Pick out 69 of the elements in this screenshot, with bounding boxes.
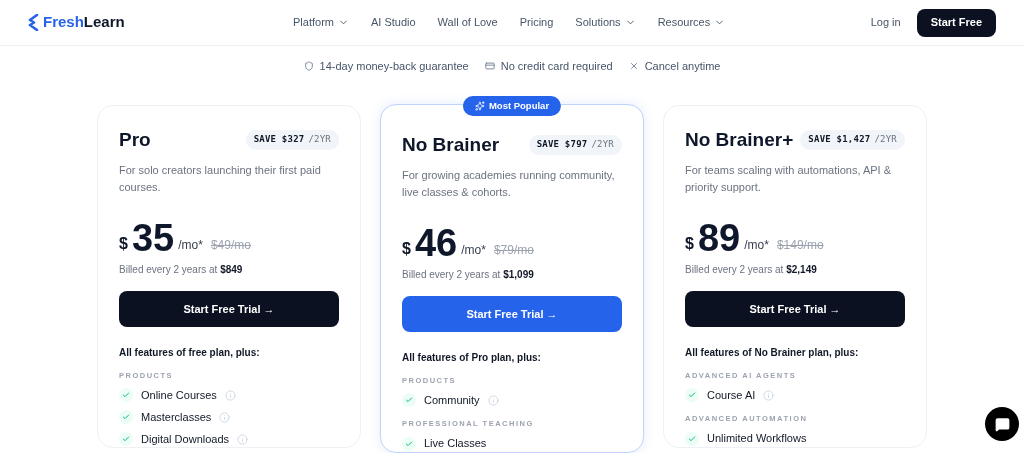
- old-price: $149/mo: [776, 237, 824, 254]
- x-icon: [628, 61, 639, 72]
- feature-label: Masterclasses: [141, 410, 212, 425]
- includes-heading: All features of Pro plan, plus:: [402, 351, 542, 365]
- nav-link[interactable]: Resources: [657, 14, 726, 31]
- price-unit: /mo*: [744, 237, 769, 254]
- price-unit: /mo*: [178, 237, 203, 254]
- price: 46: [414, 223, 458, 263]
- info-icon[interactable]: [237, 433, 249, 445]
- plan-name: No Brainer: [402, 132, 500, 157]
- start-free-button[interactable]: Start Free: [916, 8, 996, 37]
- trust-note: 14-day money-back guarantee: [319, 59, 469, 74]
- check-icon: [119, 432, 133, 447]
- billing-note: Billed every 2 years at $1,099: [402, 268, 535, 282]
- feature-label: Course AI: [707, 388, 756, 403]
- nav-link[interactable]: Solutions: [575, 14, 636, 31]
- plan-name: No Brainer+: [685, 127, 794, 152]
- save-badge: SAVE $327 /2YR: [245, 130, 339, 150]
- shield-icon: [303, 61, 314, 72]
- login-link[interactable]: Log in: [870, 14, 901, 31]
- start-trial-button[interactable]: Start Free Trial →: [402, 296, 622, 332]
- plan-description: For solo creators launching their first paid courses.: [119, 163, 322, 195]
- info-icon[interactable]: [763, 389, 775, 401]
- billing-note: Billed every 2 years at $849: [119, 263, 244, 277]
- nav-link[interactable]: Pricing: [519, 14, 554, 31]
- check-icon: [685, 431, 699, 446]
- includes-heading: All features of free plan, plus:: [119, 346, 261, 360]
- save-badge: SAVE $1,427 /2YR: [800, 130, 905, 150]
- price: 89: [697, 218, 741, 258]
- nav-link[interactable]: Platform: [293, 14, 349, 31]
- feature-label: Live Classes: [424, 436, 487, 452]
- check-icon: [402, 393, 416, 408]
- logo-icon: [28, 14, 39, 31]
- feature-label: Digital Downloads: [141, 432, 230, 447]
- check-icon: [685, 388, 699, 403]
- price: 35: [131, 218, 175, 258]
- plan-description: For growing academies running community, live classes & cohorts.: [402, 168, 616, 200]
- start-trial-button[interactable]: Start Free Trial →: [685, 291, 905, 327]
- includes-heading: All features of No Brainer plan, plus:: [685, 346, 860, 360]
- logo[interactable]: FreshLearn: [28, 11, 268, 34]
- card-icon: [484, 61, 495, 72]
- info-icon[interactable]: [224, 389, 236, 401]
- save-badge: SAVE $797 /2YR: [528, 135, 622, 155]
- feature-label: Online Courses: [141, 388, 217, 403]
- info-icon[interactable]: [487, 394, 499, 406]
- plan-name: Pro: [119, 127, 151, 152]
- sparkle-icon: [474, 100, 485, 111]
- chat-button[interactable]: [985, 407, 1019, 441]
- currency-sign: $: [402, 239, 411, 259]
- most-popular-badge: Most Popular: [462, 95, 562, 116]
- nav-link[interactable]: AI Studio: [370, 14, 416, 31]
- check-icon: [119, 410, 133, 425]
- currency-sign: $: [119, 234, 128, 254]
- feature-label: Unlimited Workflows: [707, 431, 807, 447]
- trust-note: No credit card required: [500, 59, 613, 74]
- trust-note: Cancel anytime: [644, 59, 721, 74]
- check-icon: [119, 388, 133, 403]
- feature-label: Community: [424, 393, 480, 408]
- billing-note: Billed every 2 years at $2,149: [685, 263, 818, 277]
- check-icon: [402, 436, 416, 451]
- info-icon[interactable]: [219, 411, 231, 423]
- start-trial-button[interactable]: Start Free Trial →: [119, 291, 339, 327]
- old-price: $49/mo: [210, 237, 251, 254]
- nav-link[interactable]: Wall of Love: [437, 14, 498, 31]
- plan-description: For teams scaling with automations, API & priority support.: [685, 163, 893, 195]
- old-price: $79/mo: [493, 242, 534, 259]
- price-unit: /mo*: [461, 242, 486, 259]
- chat-icon: [994, 416, 1010, 432]
- currency-sign: $: [685, 234, 694, 254]
